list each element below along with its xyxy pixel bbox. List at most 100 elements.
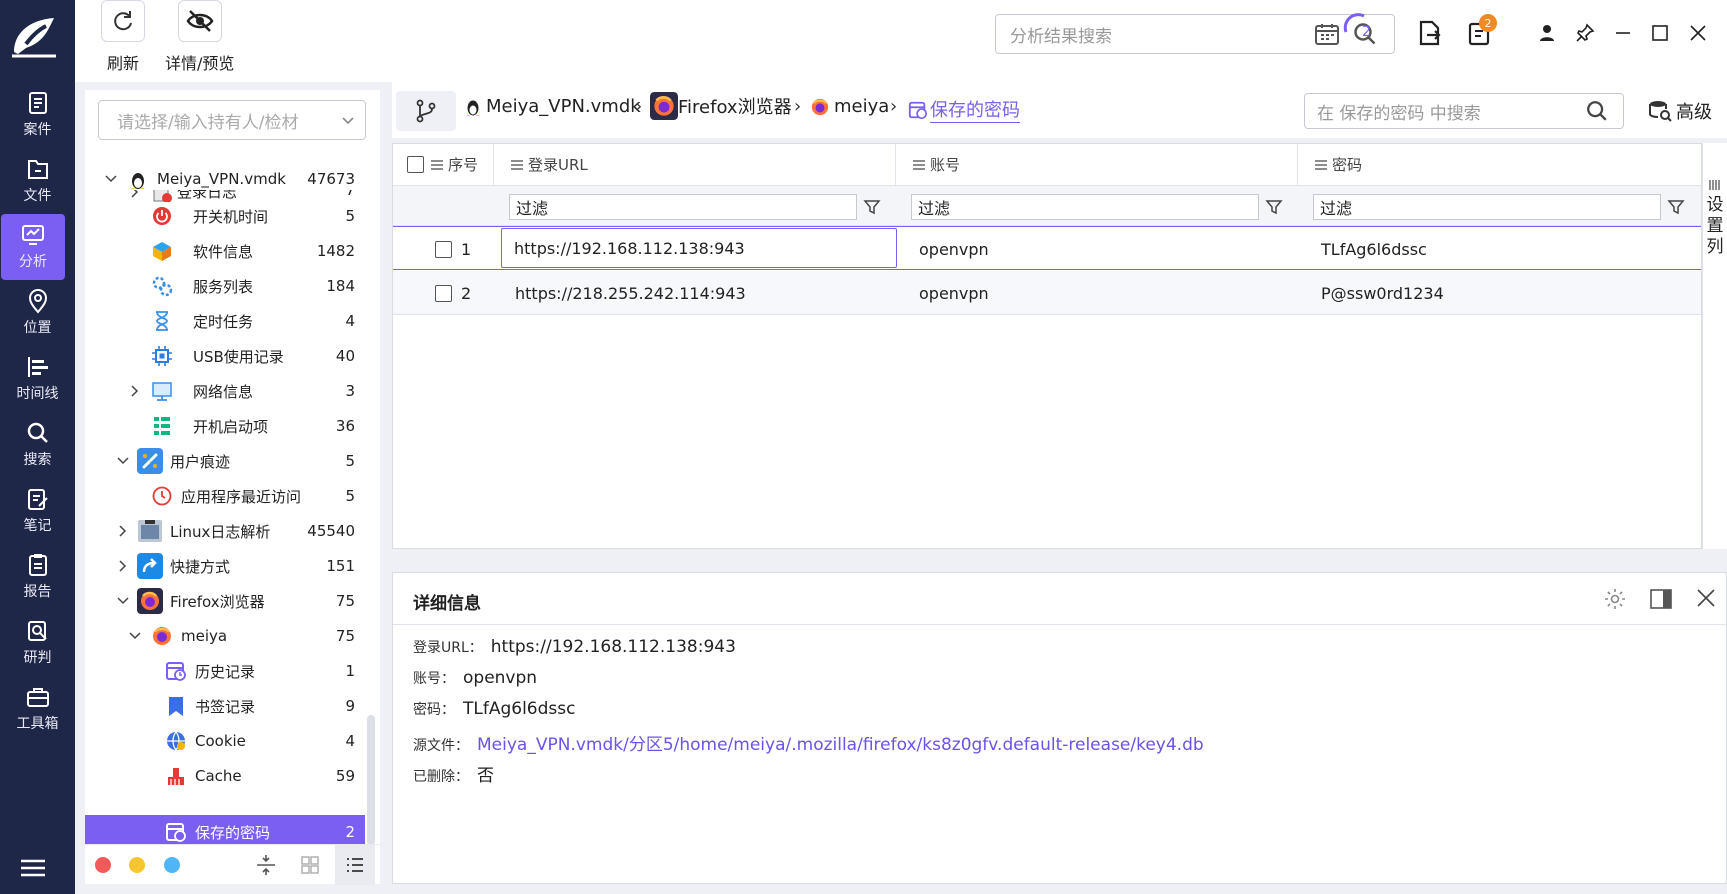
result-search-input[interactable]: 分析结果搜索 xyxy=(995,14,1395,54)
hamburger-menu-icon[interactable] xyxy=(20,858,46,878)
tree-item-services[interactable]: 服务列表 184 xyxy=(85,269,365,303)
refresh-button[interactable]: 刷新 xyxy=(101,0,145,74)
calendar-icon[interactable] xyxy=(1314,22,1340,46)
filter-icon[interactable] xyxy=(863,198,881,216)
close-window-button[interactable] xyxy=(1683,18,1713,48)
nav-notes[interactable]: 笔记 xyxy=(0,478,75,544)
tab-search-input[interactable]: 在 保存的密码 中搜索 xyxy=(1304,93,1624,129)
password-filter-input[interactable]: 过滤 xyxy=(1313,194,1661,220)
tree-item-label: 书签记录 xyxy=(195,697,256,716)
blue-dot-filter[interactable] xyxy=(164,857,180,873)
timeline-icon xyxy=(27,357,48,377)
yellow-dot-filter[interactable] xyxy=(129,857,145,873)
tree-item-bookmarks[interactable]: 书签记录 9 xyxy=(85,689,365,723)
chevron-down-icon[interactable] xyxy=(127,628,143,644)
tree-item-user-traces[interactable]: 用户痕迹 5 xyxy=(85,444,365,478)
column-menu-icon[interactable] xyxy=(1314,159,1328,171)
panel-layout-icon[interactable] xyxy=(1649,587,1673,611)
cell-password[interactable]: P@ssw0rd1234 xyxy=(1321,271,1444,315)
task-progress-indicator[interactable]: 2 xyxy=(1340,10,1380,46)
chevron-right-icon[interactable] xyxy=(127,383,143,399)
chevron-right-icon[interactable] xyxy=(115,523,131,539)
tree-item-count: 5 xyxy=(345,207,355,225)
nav-toolbox[interactable]: 工具箱 xyxy=(0,676,75,742)
row-checkbox[interactable] xyxy=(435,227,452,271)
detail-source-link[interactable]: Meiya_VPN.vmdk/分区5/home/meiya/.mozilla/f… xyxy=(477,730,1204,755)
chevron-down-icon[interactable] xyxy=(115,593,131,609)
tree-item-meiya-profile[interactable]: meiya 75 xyxy=(85,619,365,653)
maximize-button[interactable] xyxy=(1645,18,1675,48)
tree-item-linux-log[interactable]: Linux日志解析 45540 xyxy=(85,514,365,548)
cell-url[interactable]: https://218.255.242.114:943 xyxy=(515,271,746,315)
list-view-button[interactable] xyxy=(335,845,375,885)
nav-file[interactable]: 文件 xyxy=(0,148,75,214)
column-menu-icon[interactable] xyxy=(430,159,444,171)
tree-item-network[interactable]: 网络信息 3 xyxy=(85,374,365,408)
hourglass-icon xyxy=(156,311,168,331)
header-index[interactable]: 序号 xyxy=(393,144,493,186)
tree-scrollbar[interactable] xyxy=(367,715,375,845)
tree-item-label: 快捷方式 xyxy=(170,557,231,576)
filter-icon[interactable] xyxy=(1667,198,1685,216)
column-settings-button[interactable]: 设 置 列 xyxy=(1702,143,1727,549)
nav-analysis[interactable]: 分析 xyxy=(1,214,65,280)
nav-case[interactable]: 案件 xyxy=(0,82,75,148)
branch-button[interactable] xyxy=(396,91,456,131)
collapse-all-icon[interactable] xyxy=(255,853,277,877)
grid-view-icon[interactable] xyxy=(300,855,320,875)
nav-timeline[interactable]: 时间线 xyxy=(0,346,75,412)
preview-button[interactable]: 详情/预览 xyxy=(165,0,234,74)
column-menu-icon[interactable] xyxy=(912,159,926,171)
tree-item-cookie[interactable]: Cookie 4 xyxy=(85,724,365,758)
red-dot-filter[interactable] xyxy=(95,857,111,873)
search-icon[interactable] xyxy=(1585,99,1609,123)
cell-account[interactable]: openvpn xyxy=(919,227,989,271)
url-filter-input[interactable]: 过滤 xyxy=(509,194,857,220)
header-account[interactable]: 账号 xyxy=(895,144,1297,186)
minimize-button[interactable] xyxy=(1608,18,1638,48)
filter-icon[interactable] xyxy=(1265,198,1283,216)
chevron-down-icon[interactable] xyxy=(103,171,119,187)
task-list-button[interactable]: 2 xyxy=(1465,14,1497,48)
settings-gear-icon[interactable] xyxy=(1603,587,1627,611)
nav-notes-label: 笔记 xyxy=(23,518,52,534)
tree-item-label: 开机启动项 xyxy=(193,417,269,436)
column-menu-icon[interactable] xyxy=(510,159,524,171)
tree-item-cache[interactable]: Cache 59 xyxy=(85,759,365,793)
cell-account[interactable]: openvpn xyxy=(919,271,989,315)
tree-item-power[interactable]: 开关机时间 5 xyxy=(85,199,365,233)
tree-item-recent-access[interactable]: 应用程序最近访问 5 xyxy=(85,479,365,513)
user-button[interactable] xyxy=(1532,18,1562,48)
header-url[interactable]: 登录URL xyxy=(493,144,895,186)
chevron-down-icon[interactable] xyxy=(115,453,131,469)
pin-button[interactable] xyxy=(1570,18,1600,48)
close-icon[interactable] xyxy=(1695,587,1717,609)
breadcrumb-vmdk[interactable]: Meiya_VPN.vmdk xyxy=(464,96,641,117)
header-password[interactable]: 密码 xyxy=(1297,144,1701,186)
nav-judge[interactable]: 研判 xyxy=(0,610,75,676)
nav-location[interactable]: 位置 xyxy=(0,280,75,346)
row-checkbox[interactable] xyxy=(435,271,452,315)
cell-password[interactable]: TLfAg6l6dssc xyxy=(1321,227,1427,271)
chevron-right-icon[interactable] xyxy=(115,558,131,574)
nav-search[interactable]: 搜索 xyxy=(0,412,75,478)
owner-select[interactable]: 请选择/输入持有人/检材 xyxy=(98,100,366,140)
tree-item-shortcuts[interactable]: 快捷方式 151 xyxy=(85,549,365,583)
tree-item-scheduled-tasks[interactable]: 定时任务 4 xyxy=(85,304,365,338)
tree-item-startup[interactable]: 开机启动项 36 xyxy=(85,409,365,443)
breadcrumb-saved-passwords[interactable]: 保存的密码 xyxy=(908,96,1020,123)
nav-report[interactable]: 报告 xyxy=(0,544,75,610)
table-row[interactable]: 1 https://192.168.112.138:943 openvpn TL… xyxy=(393,226,1701,270)
table-row[interactable]: 2 https://218.255.242.114:943 openvpn P@… xyxy=(393,271,1701,315)
select-all-checkbox[interactable] xyxy=(407,156,424,173)
breadcrumb-meiya[interactable]: meiya xyxy=(810,96,889,117)
tree-item-usb[interactable]: USB使用记录 40 xyxy=(85,339,365,373)
breadcrumb-firefox[interactable]: Firefox浏览器 xyxy=(650,92,792,120)
tree-item-history[interactable]: 历史记录 1 xyxy=(85,654,365,688)
tree-item-software[interactable]: 软件信息 1482 xyxy=(85,234,365,268)
advanced-search-button[interactable]: 高级 xyxy=(1648,98,1712,124)
tree-item-firefox[interactable]: Firefox浏览器 75 xyxy=(85,584,365,618)
export-button[interactable] xyxy=(1415,18,1445,48)
account-filter-input[interactable]: 过滤 xyxy=(911,194,1259,220)
cell-url[interactable]: https://192.168.112.138:943 xyxy=(501,228,897,268)
